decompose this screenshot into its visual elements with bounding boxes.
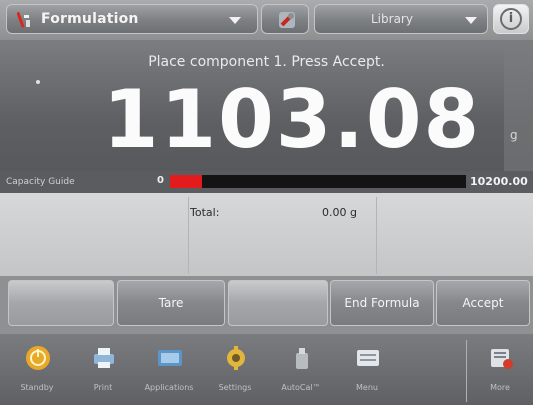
nav-label: Applications [144,383,194,392]
blank-softkey[interactable] [8,280,114,326]
accept-button[interactable]: Accept [436,280,530,326]
nav-settings[interactable]: Settings [206,340,264,402]
application-dropdown[interactable]: Formulation [6,4,258,34]
tare-label: Tare [158,296,184,310]
print-icon [94,348,114,368]
capacity-min: 0 [157,175,164,186]
weight-unit[interactable]: g [510,128,518,142]
nav-menu[interactable]: Menu [338,340,396,402]
library-dropdown[interactable]: Library [314,4,488,34]
weight-reading: 1103.08 [102,73,482,166]
column-divider [188,197,189,274]
nav-label: Settings [218,383,252,392]
nav-print[interactable]: Print [74,340,132,402]
capacity-fill [170,175,202,188]
blank-softkey[interactable] [228,280,328,326]
nav-divider [466,340,467,402]
chevron-down-icon [465,17,477,24]
formulation-icon [17,11,30,28]
menu-icon [357,350,379,366]
wrench-icon [279,12,295,28]
nav-label: Menu [356,383,378,392]
instruction-prompt: Place component 1. Press Accept. [148,54,385,70]
nav-more[interactable]: More [471,340,529,402]
settings-icon [227,346,245,370]
nav-label: AutoCal™ [281,383,321,392]
library-label: Library [371,12,413,26]
end-formula-label: End Formula [344,296,420,310]
info-panel [0,193,533,276]
nav-applications[interactable]: Applications [140,340,198,402]
capacity-track [170,175,466,188]
info-button[interactable]: i [493,4,529,34]
application-name: Formulation [41,11,139,27]
tools-button[interactable] [261,4,309,34]
total-value: 0.00 g [322,206,357,219]
end-formula-button[interactable]: End Formula [330,280,434,326]
applications-icon [158,350,182,366]
column-divider [376,197,377,274]
more-icon [491,349,513,369]
nav-label: Print [93,383,113,392]
stability-indicator [36,80,40,84]
nav-label: More [490,383,510,392]
total-label: Total: [190,206,220,219]
info-icon: i [500,8,522,30]
standby-icon [26,346,50,370]
nav-standby[interactable]: Standby [8,340,66,402]
nav-label: Standby [20,383,54,392]
chevron-down-icon [229,17,241,24]
nav-autocal[interactable]: AutoCal™ [272,340,330,402]
tare-button[interactable]: Tare [117,280,225,326]
autocal-icon [296,348,308,369]
accept-label: Accept [462,296,504,310]
capacity-max: 10200.00 [470,175,528,188]
capacity-guide-label: Capacity Guide [6,177,75,187]
